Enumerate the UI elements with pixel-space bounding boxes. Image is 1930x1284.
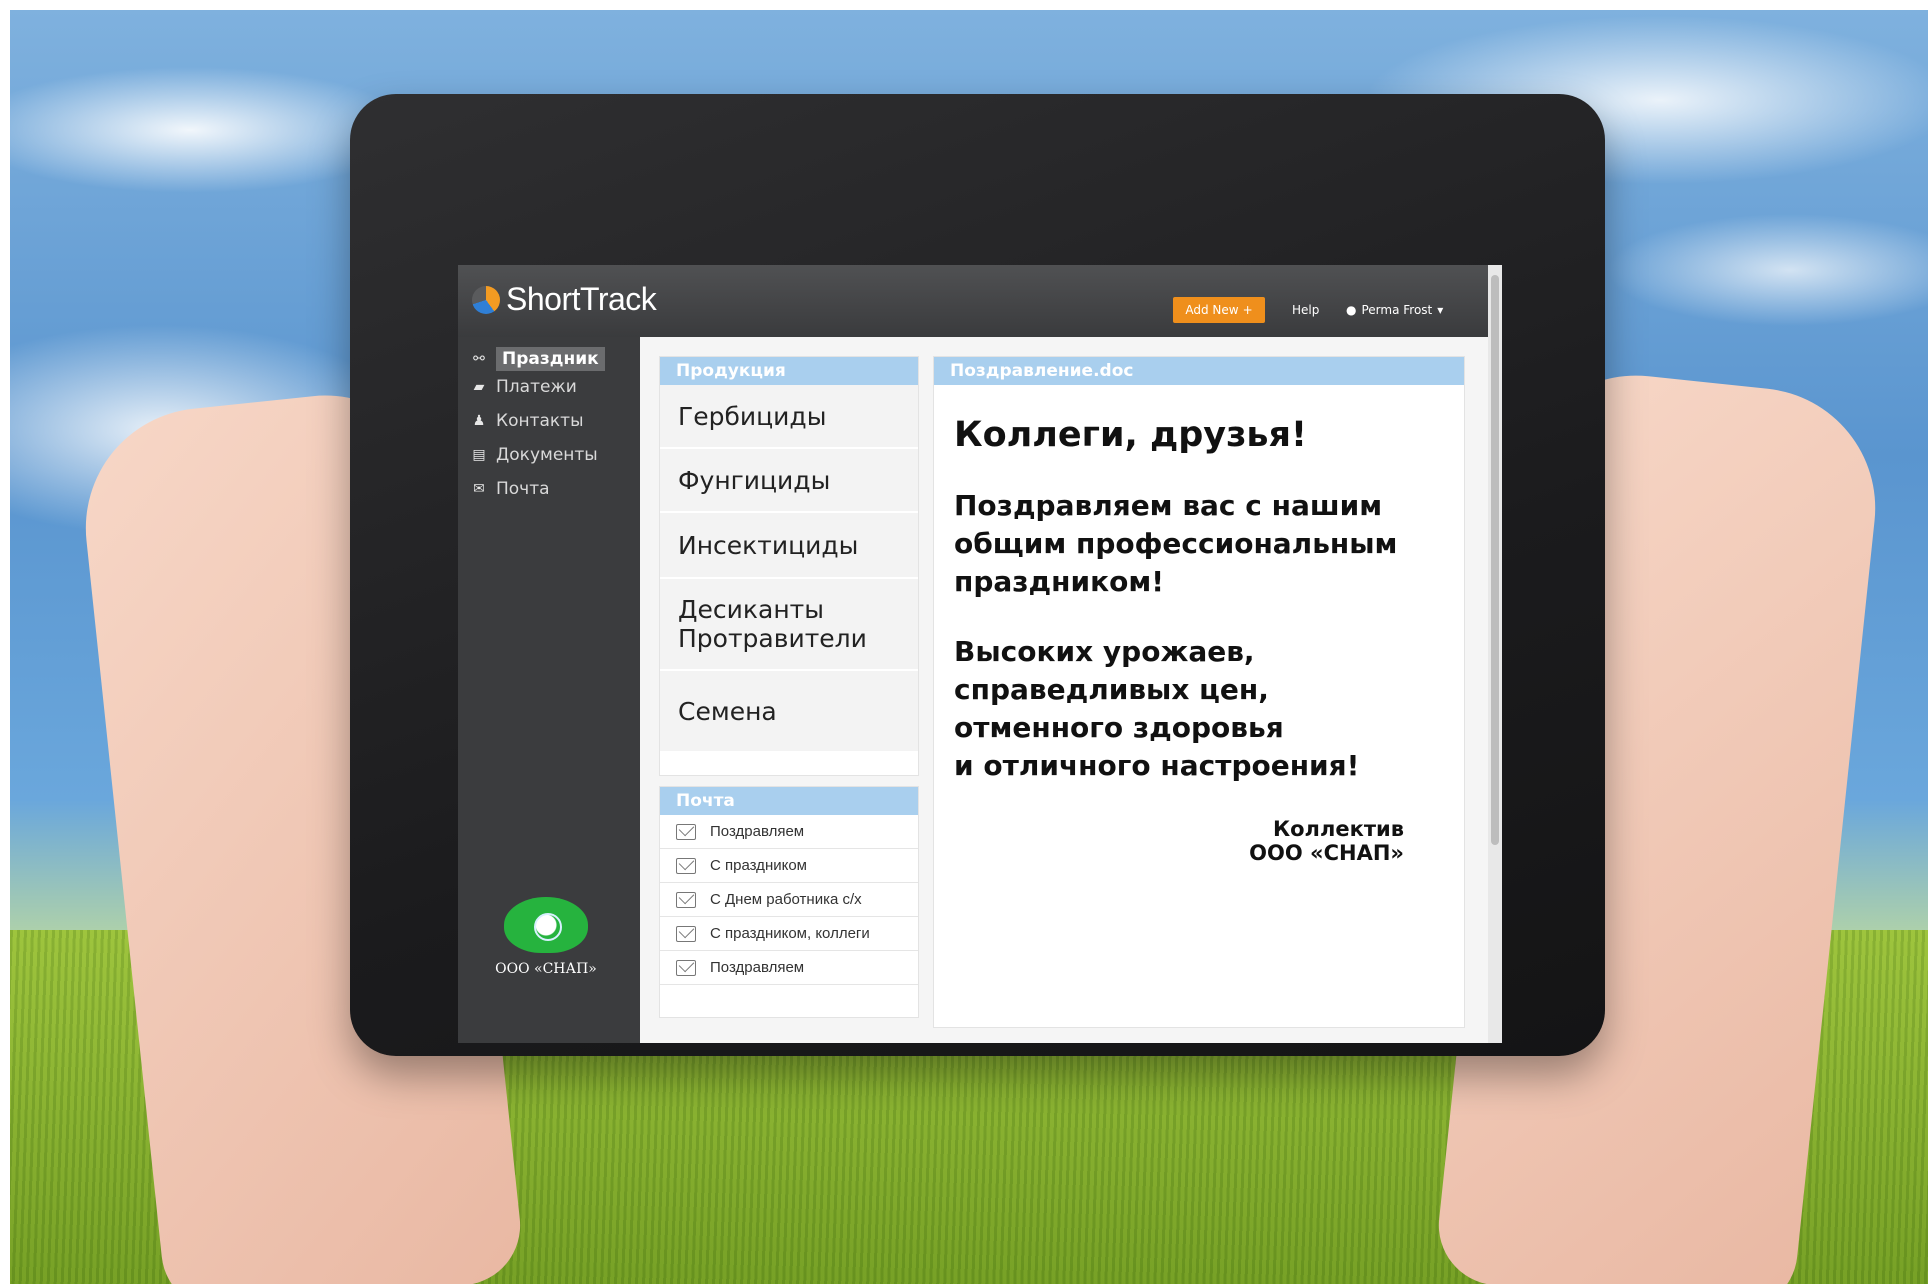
- mail-item-label: Поздравляем: [710, 823, 805, 840]
- mail-item-label: Поздравляем: [710, 959, 805, 976]
- document-line: и отличного настроения!: [954, 749, 1360, 782]
- brand-logo[interactable]: ShortTrack: [472, 281, 657, 318]
- document-body: Коллеги, друзья! Поздравляем вас с нашим…: [934, 385, 1464, 865]
- company-leaf-icon: [504, 897, 588, 953]
- help-link[interactable]: Help: [1292, 303, 1319, 317]
- sidebar-item-label: Почта: [496, 479, 550, 499]
- brand-logo-icon: [472, 285, 500, 314]
- user-menu[interactable]: ● Perma Frost ▾: [1346, 303, 1443, 317]
- document-signature: Коллектив ООО «СНАП»: [954, 817, 1446, 865]
- mail-panel: Почта Поздравляем С праздником С Днем ра…: [659, 786, 919, 1018]
- sidebar-item-label: Праздник: [496, 347, 605, 371]
- envelope-icon: [676, 891, 696, 908]
- product-item-herbicides[interactable]: Гербициды: [660, 385, 918, 449]
- product-item-seeds[interactable]: Семена: [660, 671, 918, 753]
- signature-line-1: Коллектив: [1272, 817, 1404, 841]
- sidebar-item-label: Контакты: [496, 411, 584, 431]
- folder-icon: ▰: [473, 379, 485, 395]
- products-panel: Продукция Гербициды Фунгициды Инсектицид…: [659, 356, 919, 776]
- sidebar-item-label: Платежи: [496, 377, 577, 397]
- document-paragraph-1: Поздравляем вас с нашим общим профессион…: [954, 489, 1398, 598]
- mail-item[interactable]: С Днем работника с/х: [660, 883, 918, 917]
- person-icon: ♟: [472, 413, 486, 429]
- scrollbar-thumb[interactable]: [1491, 275, 1499, 845]
- document-icon: ▤: [472, 447, 486, 463]
- plus-icon: +: [1242, 303, 1253, 317]
- user-icon: ⚯: [473, 351, 485, 367]
- envelope-icon: [676, 959, 696, 976]
- mail-item[interactable]: Поздравляем: [660, 951, 918, 985]
- chevron-down-icon: ▾: [1437, 303, 1444, 317]
- sidebar-item-payments[interactable]: ▰ Платежи: [470, 373, 630, 401]
- user-icon: ●: [1346, 303, 1357, 317]
- main-content: Продукция Гербициды Фунгициды Инсектицид…: [640, 337, 1488, 1043]
- mail-item[interactable]: С праздником: [660, 849, 918, 883]
- mail-panel-title: Почта: [660, 787, 918, 815]
- document-line: справедливых цен,: [954, 673, 1269, 706]
- document-paragraph-2: Высоких урожаев, справедливых цен, отмен…: [954, 633, 1446, 785]
- products-panel-title: Продукция: [660, 357, 918, 385]
- signature-line-2: ООО «СНАП»: [1249, 841, 1404, 865]
- add-new-label: Add New: [1185, 303, 1239, 317]
- sidebar: ⚯ Праздник ▰ Платежи ♟ Контакты ▤ Докуме…: [458, 337, 640, 1043]
- sidebar-item-mail[interactable]: ✉ Почта: [470, 475, 630, 503]
- envelope-icon: [676, 823, 696, 840]
- document-heading: Коллеги, друзья!: [954, 415, 1307, 455]
- company-name: ООО «СНАП»: [495, 961, 597, 977]
- mail-icon: ✉: [473, 481, 485, 497]
- product-item-desiccants-protectants[interactable]: Десиканты Протравители: [660, 579, 918, 671]
- sidebar-item-label: Документы: [496, 445, 598, 465]
- tablet-device: ShortTrack Add New + Help ● Perma Frost …: [350, 94, 1605, 1056]
- document-title: Поздравление.doc: [934, 357, 1464, 385]
- brand-name: ShortTrack: [506, 281, 657, 317]
- app-screen: ShortTrack Add New + Help ● Perma Frost …: [458, 265, 1502, 1043]
- envelope-icon: [676, 925, 696, 942]
- product-item-fungicides[interactable]: Фунгициды: [660, 449, 918, 513]
- add-new-button[interactable]: Add New +: [1173, 297, 1265, 323]
- mail-item[interactable]: С праздником, коллеги: [660, 917, 918, 951]
- company-logo: ООО «СНАП»: [482, 897, 610, 977]
- product-item-label: Десиканты: [678, 595, 824, 624]
- product-item-label: Протравители: [678, 624, 867, 653]
- document-panel: Поздравление.doc Коллеги, друзья! Поздра…: [933, 356, 1465, 1028]
- document-line: Высоких урожаев,: [954, 635, 1255, 668]
- background-photo: ShortTrack Add New + Help ● Perma Frost …: [10, 10, 1928, 1284]
- top-bar: ShortTrack Add New + Help ● Perma Frost …: [458, 265, 1488, 337]
- mail-item-label: С Днем работника с/х: [710, 891, 862, 908]
- sidebar-item-documents[interactable]: ▤ Документы: [470, 441, 630, 469]
- user-name: Perma Frost: [1361, 303, 1433, 317]
- mail-item-label: С праздником: [710, 857, 807, 874]
- vertical-scrollbar[interactable]: [1488, 265, 1502, 1043]
- sidebar-item-holiday[interactable]: ⚯ Праздник: [470, 345, 630, 373]
- sidebar-item-contacts[interactable]: ♟ Контакты: [470, 407, 630, 435]
- envelope-icon: [676, 857, 696, 874]
- mail-item-label: С праздником, коллеги: [710, 925, 870, 942]
- mail-item[interactable]: Поздравляем: [660, 815, 918, 849]
- product-item-insecticides[interactable]: Инсектициды: [660, 513, 918, 579]
- document-line: отменного здоровья: [954, 711, 1284, 744]
